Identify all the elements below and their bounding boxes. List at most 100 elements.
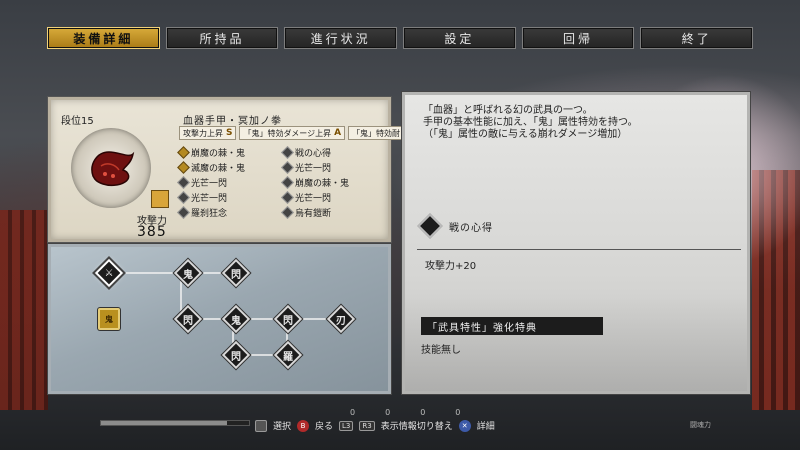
bonus-grade: S	[226, 128, 233, 138]
skill-item: 烏有鎧断	[281, 206, 387, 219]
count-value: 0	[420, 408, 426, 417]
skill-list: 崩魔の棘・鬼 戦の心得 滅魔の棘・鬼 光芒一閃 光芒一閃 崩魔の棘・鬼 光芒一閃…	[177, 146, 387, 219]
skill-item: 光芒一閃	[177, 191, 283, 204]
health-bar	[100, 420, 250, 426]
node-frame	[417, 213, 443, 239]
skill-label: 崩魔の棘・鬼	[295, 179, 350, 189]
diamond-icon	[281, 191, 294, 204]
diamond-icon	[177, 176, 190, 189]
diamond-icon	[281, 161, 294, 174]
flash-glyph-icon: 閃	[183, 315, 193, 327]
skill-item: 崩魔の棘・鬼	[177, 146, 283, 159]
diamond-icon	[281, 176, 294, 189]
oni-mask-icon: 鬼	[231, 315, 241, 327]
tree-node-gold[interactable]: 鬼	[96, 306, 122, 332]
tree-node[interactable]: 閃	[173, 304, 203, 334]
bonus-label: 「鬼」特効ダメージ上昇	[243, 128, 332, 138]
item-name: 血器手甲・冥加ノ拳	[183, 116, 282, 127]
diamond-icon	[177, 191, 190, 204]
divider	[417, 249, 741, 250]
selected-skill-name: 戦の心得	[449, 222, 493, 234]
diamond-icon	[177, 206, 190, 219]
skill-label: 光芒一閃	[295, 194, 332, 204]
button-prompts: 選択 B 戻る L3 R3 表示情報切り替え ✕ 詳細	[255, 419, 495, 432]
gauntlet-emblem-icon	[71, 128, 151, 208]
tab-progress[interactable]: 進行状況	[284, 27, 398, 49]
tree-node[interactable]: 鬼	[221, 304, 251, 334]
attack-value: 385	[137, 224, 167, 240]
selected-skill: 戦の心得	[417, 213, 493, 239]
skill-tree-panel: ⚔ 鬼 閃 鬼 閃 鬼 閃 刃 閃 羅	[48, 244, 391, 394]
skill-effect: 攻撃力+20	[425, 261, 477, 272]
cross-button-icon: ✕	[458, 419, 471, 432]
skill-label: 崩魔の棘・鬼	[191, 149, 246, 159]
oni-mask-icon: 鬼	[105, 314, 113, 324]
skill-item: 滅魔の棘・鬼	[177, 161, 283, 174]
count-value: 0	[350, 408, 356, 417]
sword-icon	[417, 213, 443, 239]
skill-label: 戦の心得	[295, 149, 332, 159]
dpad-icon	[255, 419, 267, 432]
torii-gate-left	[0, 210, 48, 410]
tree-node[interactable]: 鬼	[173, 258, 203, 288]
skill-item: 光芒一閃	[281, 191, 387, 204]
bonus-label: 攻撃力上昇	[183, 128, 223, 138]
bonus-oni-damage: 「鬼」特効ダメージ上昇 A	[239, 126, 346, 140]
skill-item: 光芒一閃	[177, 176, 283, 189]
tree-node[interactable]: 閃	[221, 258, 251, 288]
skill-label: 滅魔の棘・鬼	[191, 164, 246, 174]
tree-node[interactable]: 刃	[326, 304, 356, 334]
tab-return[interactable]: 回帰	[521, 27, 635, 49]
skill-item: 崩魔の棘・鬼	[281, 176, 387, 189]
r3-button-icon: R3	[359, 420, 375, 431]
weapon-trait-body: 技能無し	[421, 345, 461, 356]
flash-glyph-icon: 閃	[283, 315, 293, 327]
item-panel: 段位15 攻撃力 385 血器手甲・冥加ノ拳 攻撃力上昇 S 「鬼」特効ダメージ…	[48, 97, 446, 242]
gold-diamond-icon	[177, 161, 190, 174]
oni-mask-icon: 鬼	[183, 269, 193, 281]
skill-label: 羅刹狂念	[191, 209, 228, 219]
menu-tabs: 装備詳細 所持品 進行状況 設定 回帰 終了	[47, 27, 754, 49]
skill-label: 烏有鎧断	[295, 209, 332, 219]
tab-settings[interactable]: 設定	[403, 27, 516, 49]
bonus-grade: A	[334, 128, 342, 138]
skill-item: 羅刹狂念	[177, 206, 283, 219]
tree-node[interactable]: 閃	[221, 340, 251, 370]
diamond-icon	[281, 206, 294, 219]
skill-label: 光芒一閃	[191, 194, 228, 204]
count-value: 0	[455, 408, 461, 417]
skill-label: 光芒一閃	[295, 164, 332, 174]
weapon-trait-header: 「武具特性」強化特典	[421, 317, 603, 335]
bonus-attack: 攻撃力上昇 S	[179, 126, 237, 140]
l3-button-icon: L3	[339, 420, 354, 431]
tab-equipment-details[interactable]: 装備詳細	[47, 27, 160, 49]
count-value: 0	[385, 408, 391, 417]
tree-node-selected[interactable]: ⚔	[94, 258, 124, 288]
flash-glyph-icon: 閃	[231, 351, 241, 363]
gold-diamond-icon	[177, 146, 190, 159]
spirit-label: 闘魂力	[690, 421, 711, 429]
attack-icon	[151, 190, 169, 208]
circle-button-icon: B	[297, 419, 310, 432]
description-panel: 「血器」と呼ばれる幻の武具の一つ。 手甲の基本性能に加え、「鬼」属性特効を持つ。…	[402, 92, 750, 394]
prompt-back[interactable]: 戻る	[315, 419, 333, 432]
skill-item: 戦の心得	[281, 146, 387, 159]
tree-node[interactable]: 羅	[273, 340, 303, 370]
prompt-detail[interactable]: 詳細	[477, 419, 495, 432]
prompt-toggle-info[interactable]: 表示情報切り替え	[381, 419, 453, 432]
tree-node[interactable]: 閃	[273, 304, 303, 334]
sword-icon: ⚔	[104, 267, 114, 279]
item-rank: 段位15	[61, 116, 94, 127]
item-description: 「血器」と呼ばれる幻の武具の一つ。 手甲の基本性能に加え、「鬼」属性特効を持つ。…	[423, 105, 638, 140]
flash-glyph-icon: 閃	[231, 269, 241, 281]
skill-label: 光芒一閃	[191, 179, 228, 189]
prompt-select[interactable]: 選択	[273, 419, 291, 432]
rakshasa-icon: 羅	[283, 351, 293, 363]
diamond-icon	[281, 146, 294, 159]
skill-item: 光芒一閃	[281, 161, 387, 174]
health-fill	[101, 421, 227, 425]
slash-icon: 刃	[336, 315, 346, 327]
bottom-hud: 0 0 0 0 選択 B 戻る L3 R3 表示情報切り替え ✕ 詳細 闘魂力	[0, 408, 800, 450]
tab-inventory[interactable]: 所持品	[165, 27, 279, 49]
tab-quit[interactable]: 終了	[640, 27, 754, 49]
